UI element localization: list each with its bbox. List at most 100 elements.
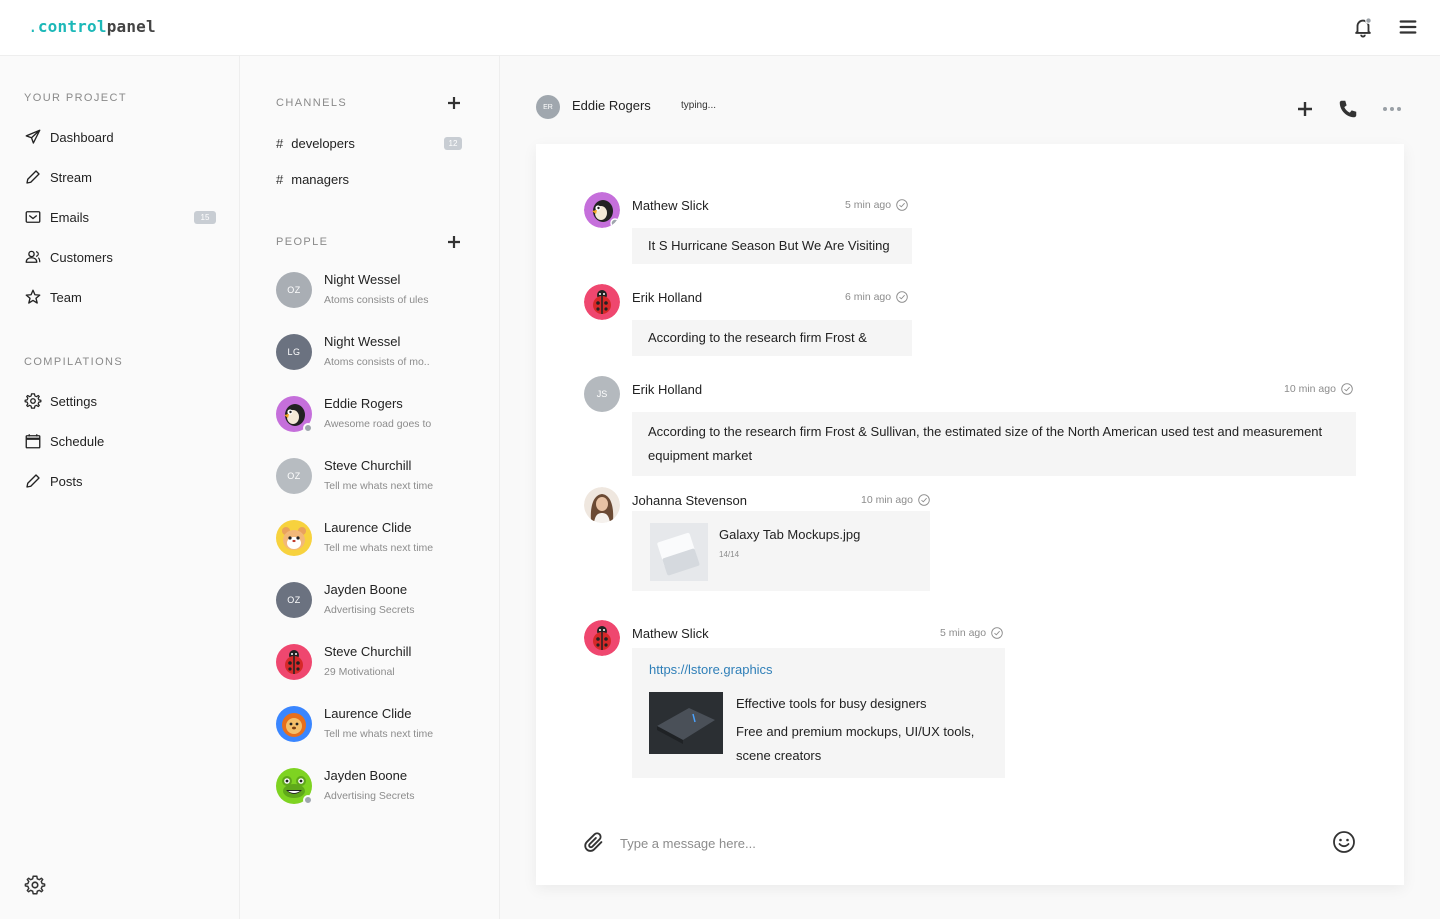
message-composer (584, 830, 1356, 854)
sidebar-item-dashboard[interactable]: Dashboard (24, 125, 216, 149)
person-last-message: Advertising Secrets (324, 790, 415, 802)
brand-dot: . (28, 17, 38, 36)
star-icon (25, 289, 41, 304)
ladybug-avatar-icon (584, 284, 620, 320)
hash-icon: # (276, 171, 284, 187)
ladybug-avatar-icon (276, 644, 312, 680)
user-photo-avatar-icon (584, 487, 620, 523)
add-person-icon[interactable] (446, 234, 462, 250)
settings-gear-icon[interactable] (24, 874, 46, 896)
message-bubble: According to the research firm Frost & (632, 320, 912, 356)
message-input[interactable] (620, 832, 1300, 854)
chat-card: Mathew Slick 5 min ago It S Hurricane Se… (536, 144, 1404, 885)
read-check-icon (991, 627, 1003, 639)
channel-managers[interactable]: # managers (276, 168, 462, 190)
paper-plane-icon (25, 129, 41, 144)
person-name: Steve Churchill (324, 644, 412, 659)
person-item[interactable]: Laurence Clide Tell me whats next time (276, 518, 476, 562)
lion-avatar-icon (276, 706, 312, 742)
file-name: Galaxy Tab Mockups.jpg (719, 527, 861, 542)
sidebar-item-posts[interactable]: Posts (24, 469, 216, 493)
avatar (276, 396, 313, 433)
hamster-avatar-icon (276, 520, 312, 556)
bell-icon[interactable] (1352, 16, 1374, 38)
paperclip-icon[interactable] (584, 832, 606, 854)
person-last-message: 29 Motivational (324, 666, 395, 678)
sidebar-item-label: Customers (50, 249, 113, 265)
person-name: Steve Churchill (324, 458, 412, 473)
sidebar: YOUR PROJECT Dashboard Stream Emails 15 … (0, 56, 240, 919)
phone-icon[interactable] (1337, 98, 1359, 120)
person-last-message: Atoms consists of ules (324, 294, 429, 306)
channels-panel: CHANNELS # developers 12 # managers PEOP… (240, 56, 500, 919)
sidebar-item-customers[interactable]: Customers (24, 245, 216, 269)
person-name: Laurence Clide (324, 520, 412, 535)
sidebar-item-label: Posts (50, 473, 83, 489)
read-check-icon (896, 291, 908, 303)
link-preview-description: Free and premium mockups, UI/UX tools, s… (736, 724, 975, 763)
person-item[interactable]: OZ Night Wessel Atoms consists of ules (276, 270, 476, 314)
sidebar-item-team[interactable]: Team (24, 285, 216, 309)
message-time: 5 min ago (940, 627, 1003, 639)
chat-contact-name[interactable]: Eddie Rogers (572, 98, 651, 113)
person-item[interactable]: OZ Jayden Boone Advertising Secrets (276, 580, 476, 624)
brand-panel: panel (106, 17, 156, 36)
person-item[interactable]: LG Night Wessel Atoms consists of mo.. (276, 332, 476, 376)
more-options-icon[interactable] (1381, 98, 1403, 120)
message-bubble: It S Hurricane Season But We Are Visitin… (632, 228, 912, 264)
sidebar-item-label: Team (50, 289, 82, 305)
avatar (276, 644, 312, 680)
avatar (276, 706, 312, 742)
read-check-icon (896, 199, 908, 211)
person-name: Jayden Boone (324, 768, 408, 783)
chat-contact-status: typing... (681, 100, 717, 111)
channel-name: managers (291, 171, 350, 187)
person-name: Laurence Clide (324, 706, 412, 721)
message-time: 10 min ago (1284, 383, 1353, 395)
person-name: Eddie Rogers (324, 396, 403, 411)
link-preview-title: Effective tools for busy designers (736, 696, 927, 711)
avatar: LG (276, 334, 312, 370)
avatar-initials: LG (276, 334, 312, 370)
brand-logo[interactable]: .controlpanel (28, 17, 156, 36)
users-icon (25, 250, 41, 263)
person-name: Night Wessel (324, 334, 401, 349)
hamburger-menu-icon[interactable] (1397, 16, 1419, 38)
person-item[interactable]: Eddie Rogers Awesome road goes to (276, 394, 476, 438)
message-time-text: 10 min ago (1284, 383, 1336, 395)
link-preview-bubble: https://lstore.graphics Effective tools … (632, 648, 1005, 778)
link-preview-thumbnail-icon (649, 692, 723, 754)
channel-unread-badge: 12 (444, 136, 462, 150)
person-last-message: Advertising Secrets (324, 604, 415, 616)
person-item[interactable]: OZ Steve Churchill Tell me whats next ti… (276, 456, 476, 500)
sidebar-item-schedule[interactable]: Schedule (24, 429, 216, 453)
person-item[interactable]: Laurence Clide Tell me whats next time (276, 704, 476, 748)
emoji-icon[interactable] (1332, 830, 1356, 854)
channel-developers[interactable]: # developers 12 (276, 132, 462, 154)
add-channel-icon[interactable] (446, 95, 462, 111)
avatar: OZ (276, 458, 312, 494)
person-item[interactable]: Jayden Boone Advertising Secrets (276, 766, 476, 810)
message-time: 6 min ago (845, 291, 908, 303)
file-thumbnail-icon (650, 523, 708, 581)
avatar-initials: OZ (276, 272, 312, 308)
ladybug-avatar-icon (584, 620, 620, 656)
calendar-icon (25, 434, 41, 449)
online-status-dot (303, 795, 313, 805)
message-author: Mathew Slick (632, 198, 709, 213)
sidebar-item-label: Emails (50, 209, 90, 225)
avatar: OZ (276, 582, 312, 618)
message-link[interactable]: https://lstore.graphics (649, 660, 773, 680)
sidebar-item-label: Dashboard (50, 129, 114, 145)
add-icon[interactable] (1294, 98, 1316, 120)
sidebar-item-settings[interactable]: Settings (24, 389, 216, 413)
sidebar-item-emails[interactable]: Emails 15 (24, 205, 216, 229)
message-time: 10 min ago (861, 494, 930, 506)
sidebar-item-stream[interactable]: Stream (24, 165, 216, 189)
penguin-avatar-icon (584, 192, 620, 228)
channel-name: developers (291, 135, 355, 151)
person-item[interactable]: Steve Churchill 29 Motivational (276, 642, 476, 686)
avatar (276, 768, 313, 805)
read-check-icon (918, 494, 930, 506)
file-attachment[interactable]: Galaxy Tab Mockups.jpg 14/14 (632, 511, 930, 591)
